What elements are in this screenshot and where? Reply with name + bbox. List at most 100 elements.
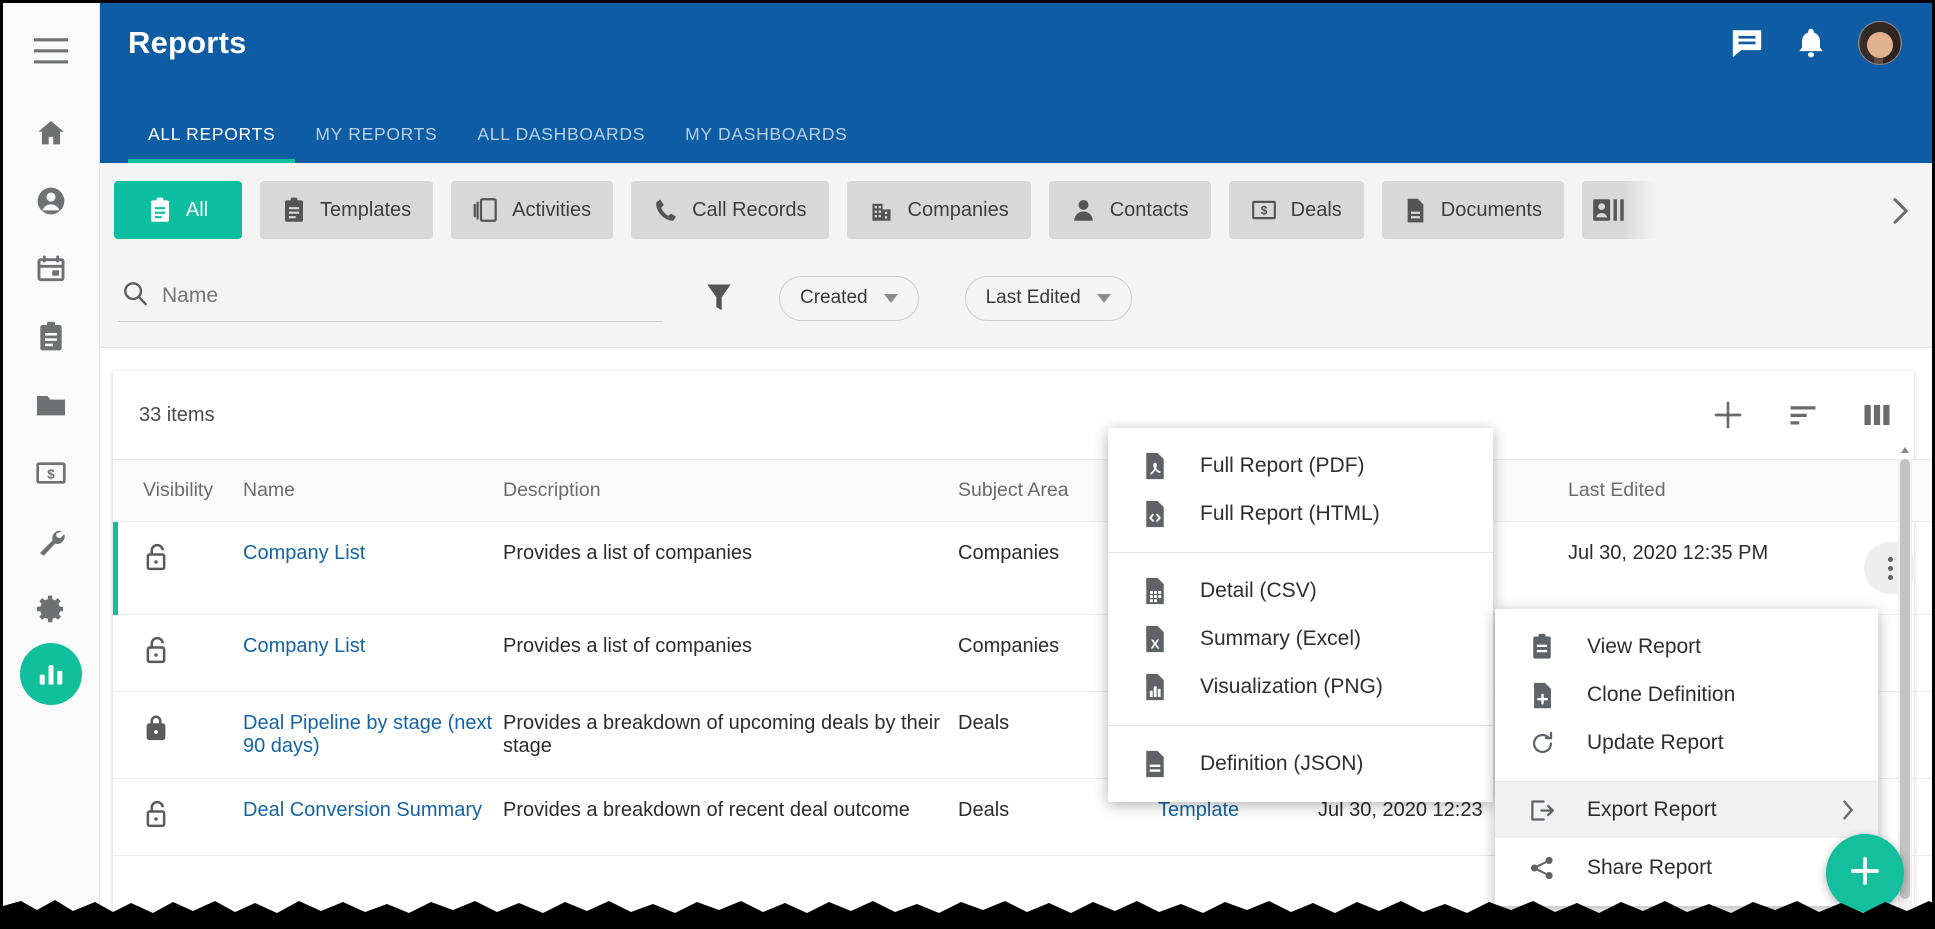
menu-item-update-report[interactable]: Update Report	[1495, 719, 1878, 767]
columns-icon[interactable]	[1862, 402, 1892, 428]
cell-visibility	[113, 615, 243, 692]
menu-item-full-report-pdf[interactable]: Full Report (PDF)	[1108, 442, 1493, 490]
sort-icon[interactable]	[1788, 402, 1818, 428]
chevron-right-icon[interactable]	[1882, 193, 1918, 229]
table-row[interactable]: Company List Provides a list of companie…	[113, 522, 1935, 615]
menu-item-label: Export Report	[1587, 798, 1717, 822]
menu-item-label: Update Report	[1587, 731, 1724, 755]
context-menu-group-export: Export Report	[1495, 781, 1878, 838]
hamburger-menu-icon[interactable]	[17, 17, 85, 85]
sidebar-item-documents[interactable]	[17, 371, 85, 439]
copy-icon	[473, 197, 498, 223]
sidebar-item-reports[interactable]	[20, 643, 82, 705]
chip-label: Companies	[908, 199, 1009, 222]
menu-item-label: Definition (JSON)	[1200, 752, 1363, 776]
tab-all-dashboards[interactable]: ALL DASHBOARDS	[457, 112, 665, 163]
building-icon	[869, 197, 894, 223]
cell-visibility	[113, 522, 243, 615]
row-selected-marker	[113, 522, 118, 615]
pdf-file-icon	[1138, 451, 1172, 481]
cell-visibility	[113, 779, 243, 856]
chip-documents[interactable]: Documents	[1382, 181, 1564, 239]
chevron-down-icon	[884, 294, 898, 303]
cell-visibility	[113, 692, 243, 779]
chip-label: Activities	[512, 199, 591, 222]
contact-card-icon	[1592, 197, 1626, 223]
chip-companies[interactable]: Companies	[847, 181, 1031, 239]
tab-my-dashboards[interactable]: MY DASHBOARDS	[665, 112, 867, 163]
column-header-last-edited[interactable]: Last Edited	[1568, 460, 1858, 522]
report-link[interactable]: Company List	[243, 542, 365, 564]
menu-item-summary-excel[interactable]: X Summary (Excel)	[1108, 615, 1493, 663]
cell-name[interactable]: Deal Pipeline by stage (next 90 days)	[243, 692, 503, 779]
search-row: Created Last Edited	[118, 263, 1932, 333]
left-navigation-rail: $	[3, 3, 100, 926]
chip-call-records[interactable]: Call Records	[631, 181, 828, 239]
tab-all-reports[interactable]: ALL REPORTS	[128, 112, 295, 163]
menu-item-share-report[interactable]: Share Report	[1495, 844, 1878, 892]
cell-name[interactable]: Company List	[243, 522, 503, 615]
menu-item-full-report-html[interactable]: Full Report (HTML)	[1108, 490, 1493, 538]
header-actions	[1730, 21, 1902, 65]
chip-contact-card[interactable]	[1582, 181, 1656, 239]
chip-templates[interactable]: Templates	[260, 181, 433, 239]
json-file-icon	[1138, 749, 1172, 779]
sidebar-item-home[interactable]	[17, 99, 85, 167]
menu-item-visualization-png[interactable]: Visualization (PNG)	[1108, 663, 1493, 711]
menu-item-definition-json[interactable]: Definition (JSON)	[1108, 740, 1493, 788]
column-header-name[interactable]: Name	[243, 460, 503, 522]
menu-item-export-report[interactable]: Export Report	[1495, 782, 1878, 838]
cell-actions	[1858, 522, 1935, 615]
menu-item-clone-definition[interactable]: Clone Definition	[1495, 671, 1878, 719]
filter-funnel-icon[interactable]	[705, 282, 733, 314]
chip-label: Call Records	[692, 199, 806, 222]
tab-my-reports[interactable]: MY REPORTS	[295, 112, 457, 163]
sidebar-item-contacts[interactable]	[17, 167, 85, 235]
menu-item-label: Detail (CSV)	[1200, 579, 1317, 603]
report-link[interactable]: Deal Conversion Summary	[243, 799, 482, 821]
add-report-fab[interactable]	[1826, 834, 1904, 912]
sidebar-item-tools[interactable]	[17, 507, 85, 575]
chip-activities[interactable]: Activities	[451, 181, 613, 239]
sort-pill-created[interactable]: Created	[779, 276, 919, 321]
sort-pill-last-edited[interactable]: Last Edited	[965, 276, 1132, 321]
cell-description: Provides a list of companies	[503, 615, 958, 692]
notifications-bell-icon[interactable]	[1796, 26, 1826, 60]
menu-item-view-report[interactable]: View Report	[1495, 623, 1878, 671]
submenu-group-definition: Definition (JSON)	[1108, 725, 1493, 802]
chip-contacts[interactable]: Contacts	[1049, 181, 1211, 239]
report-link[interactable]: Deal Pipeline by stage (next 90 days)	[243, 712, 492, 757]
refresh-icon	[1525, 730, 1559, 757]
sort-pill-label: Created	[800, 287, 868, 309]
menu-item-detail-csv[interactable]: Detail (CSV)	[1108, 567, 1493, 615]
cell-name[interactable]: Deal Conversion Summary	[243, 779, 503, 856]
user-avatar[interactable]	[1858, 21, 1902, 65]
table-vertical-scrollbar[interactable]	[1898, 459, 1912, 924]
chip-deals[interactable]: $ Deals	[1229, 181, 1364, 239]
sidebar-item-calendar[interactable]	[17, 235, 85, 303]
search-input[interactable]	[162, 284, 659, 308]
column-header-visibility[interactable]: Visibility	[113, 460, 243, 522]
sidebar-item-tasks[interactable]	[17, 303, 85, 371]
sort-pill-label: Last Edited	[986, 287, 1081, 309]
column-header-description[interactable]: Description	[503, 460, 958, 522]
cell-description: Provides a breakdown of upcoming deals b…	[503, 692, 958, 779]
file-plus-icon	[1525, 681, 1559, 710]
sidebar-item-deals[interactable]: $	[17, 439, 85, 507]
search-field-wrapper[interactable]	[118, 274, 663, 322]
page-header: Reports ALL REPORTS MY REPORTS ALL DASHB…	[100, 3, 1932, 163]
chip-label: All	[186, 199, 208, 222]
cell-name[interactable]: Company List	[243, 615, 503, 692]
reports-app-window: $ Reports	[0, 0, 1935, 929]
locked-icon	[143, 725, 169, 747]
messages-icon[interactable]	[1730, 27, 1764, 59]
chip-all[interactable]: All	[114, 181, 242, 239]
scrollbar-thumb[interactable]	[1900, 459, 1910, 899]
menu-item-label: Visualization (PNG)	[1200, 675, 1383, 699]
report-link[interactable]: Company List	[243, 635, 365, 657]
sidebar-item-settings[interactable]	[17, 575, 85, 643]
add-icon[interactable]	[1712, 399, 1744, 431]
clipboard-icon	[1525, 633, 1559, 661]
svg-text:X: X	[1151, 636, 1160, 651]
scroll-up-arrow-icon[interactable]	[1901, 447, 1909, 453]
